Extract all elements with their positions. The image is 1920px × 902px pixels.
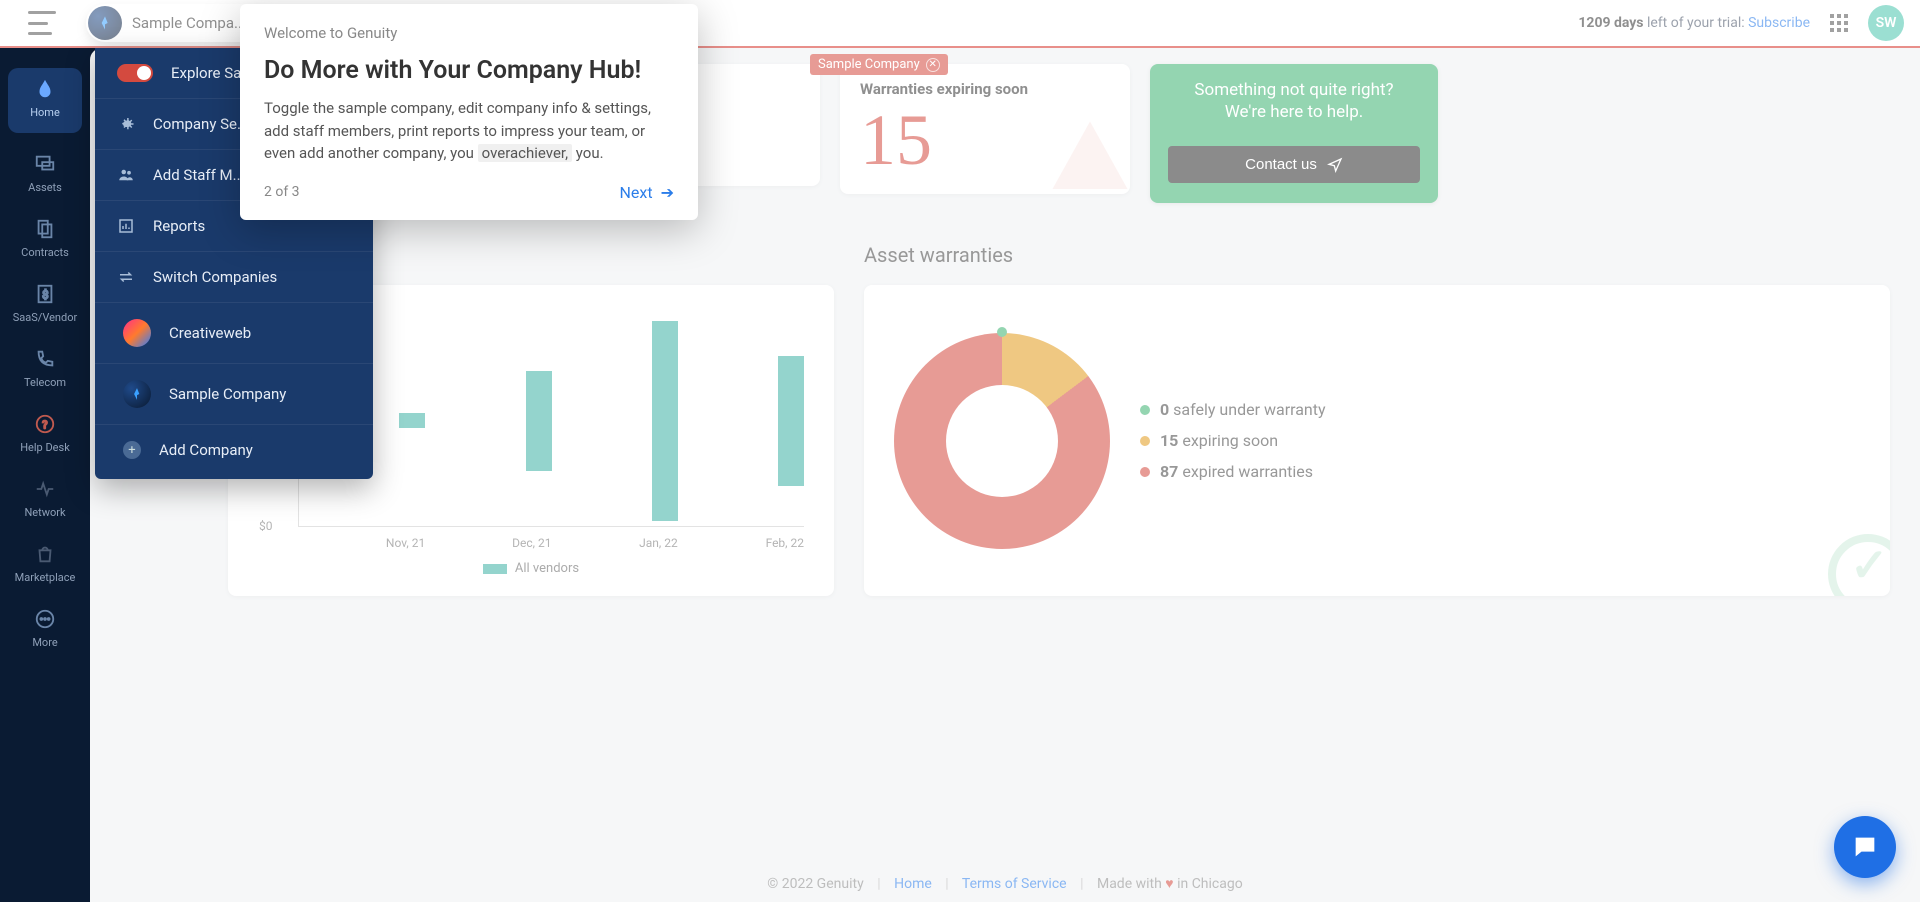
- next-label: Next: [620, 183, 653, 202]
- report-icon: [117, 217, 135, 235]
- swap-icon: [117, 268, 135, 286]
- company-logo-icon: [123, 319, 151, 347]
- nav-label: Network: [24, 506, 65, 519]
- help-icon: ?: [34, 413, 56, 435]
- nav-label: Telecom: [24, 376, 66, 389]
- svg-text:$: $: [42, 289, 48, 302]
- phone-icon: [34, 348, 56, 370]
- popover-step: 2 of 3: [264, 184, 300, 200]
- svg-text:?: ?: [42, 419, 47, 432]
- dollar-icon: $: [34, 283, 56, 305]
- monitor-icon: [34, 153, 56, 175]
- nav-marketplace[interactable]: Marketplace: [0, 533, 90, 598]
- nav-more[interactable]: More: [0, 598, 90, 663]
- hub-label: Add Company: [159, 441, 253, 459]
- chat-fab[interactable]: [1834, 816, 1896, 878]
- nav-contracts[interactable]: Contracts: [0, 208, 90, 273]
- flame-icon: [34, 78, 56, 100]
- plus-circle-icon: +: [123, 441, 141, 459]
- document-icon: [34, 218, 56, 240]
- nav-network[interactable]: Network: [0, 468, 90, 533]
- nav-label: More: [32, 636, 57, 649]
- activity-icon: [34, 478, 56, 500]
- hub-label: Add Staff M...: [153, 166, 245, 184]
- popover-body: Toggle the sample company, edit company …: [264, 97, 674, 165]
- nav-label: Assets: [28, 181, 62, 194]
- more-icon: [34, 608, 56, 630]
- hub-label: Sample Company: [169, 385, 286, 403]
- nav-assets[interactable]: Assets: [0, 143, 90, 208]
- gear-icon: [117, 115, 135, 133]
- nav-telecom[interactable]: Telecom: [0, 338, 90, 403]
- nav-label: Help Desk: [20, 441, 70, 454]
- arrow-right-icon: ➔: [661, 183, 674, 202]
- company-logo-icon: [123, 380, 151, 408]
- side-nav: Home Assets Contracts $ SaaS/Vendor Tele…: [0, 48, 90, 902]
- hub-label: Reports: [153, 217, 205, 235]
- nav-label: SaaS/Vendor: [13, 311, 77, 324]
- bag-icon: [34, 543, 56, 565]
- toggle-switch[interactable]: [117, 64, 153, 82]
- hub-switch-companies[interactable]: Switch Companies: [95, 252, 373, 303]
- popover-next-button[interactable]: Next ➔: [620, 183, 674, 202]
- nav-label: Contracts: [21, 246, 69, 259]
- users-icon: [117, 166, 135, 184]
- chat-icon: [1851, 833, 1879, 861]
- hub-label: Creativeweb: [169, 324, 251, 342]
- hub-add-company[interactable]: + Add Company: [95, 425, 373, 475]
- nav-helpdesk[interactable]: ? Help Desk: [0, 403, 90, 468]
- hub-company-sample[interactable]: Sample Company: [95, 364, 373, 425]
- onboarding-popover: Welcome to Genuity Do More with Your Com…: [240, 4, 698, 220]
- hub-label: Company Se...: [153, 115, 249, 133]
- popover-title: Do More with Your Company Hub!: [264, 56, 674, 85]
- popover-eyebrow: Welcome to Genuity: [264, 24, 674, 42]
- hub-label: Switch Companies: [153, 268, 277, 286]
- nav-label: Marketplace: [15, 571, 76, 584]
- nav-home[interactable]: Home: [8, 68, 82, 133]
- nav-label: Home: [30, 106, 60, 119]
- hub-company-creativeweb[interactable]: Creativeweb: [95, 303, 373, 364]
- nav-saas-vendor[interactable]: $ SaaS/Vendor: [0, 273, 90, 338]
